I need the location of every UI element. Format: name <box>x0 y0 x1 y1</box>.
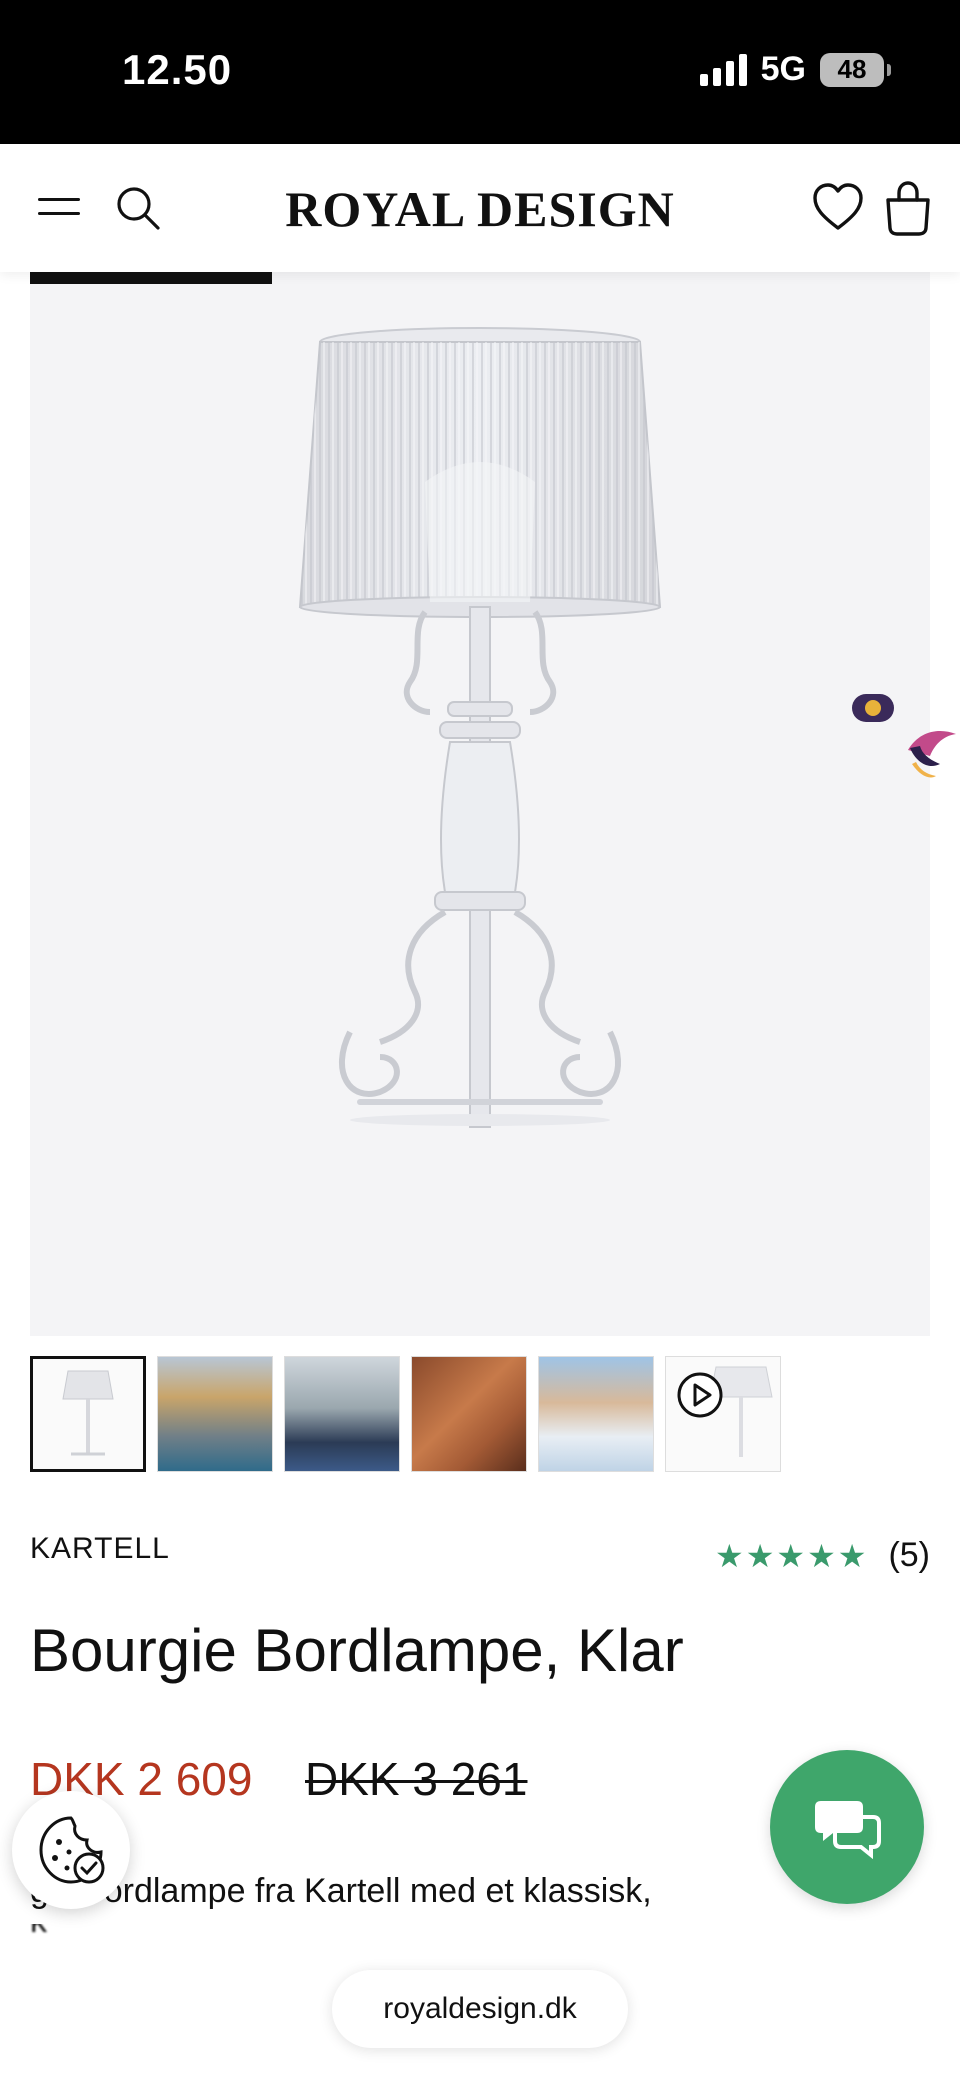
battery-icon: 48 <box>820 52 891 87</box>
cookie-icon <box>39 1816 105 1884</box>
rating-count: (5) <box>888 1536 930 1574</box>
bag-icon[interactable] <box>880 178 936 238</box>
product-image[interactable] <box>30 272 930 1336</box>
rating-stars: ★★★★★ <box>715 1537 869 1574</box>
browser-url-bar[interactable]: royaldesign.dk <box>332 1970 628 2048</box>
site-header: ROYAL DESIGN <box>0 144 960 272</box>
product-title: Bourgie Bordlampe, Klar <box>30 1617 684 1684</box>
battery-level: 48 <box>837 54 867 84</box>
network-label: 5G <box>760 50 806 88</box>
lamp-illustration <box>298 327 662 1128</box>
chat-button[interactable] <box>770 1750 924 1904</box>
chat-icon <box>815 1801 881 1859</box>
rewards-bird-icon[interactable] <box>850 690 960 790</box>
status-bar: 12.50 5G 48 <box>0 0 960 144</box>
heart-icon[interactable] <box>810 180 866 236</box>
thumbnail-lifestyle-snow[interactable] <box>538 1356 654 1472</box>
play-icon <box>677 1372 723 1418</box>
thumbnail-product[interactable] <box>30 1356 146 1472</box>
thumbnail-lifestyle-window[interactable] <box>284 1356 400 1472</box>
thumbnail-video[interactable] <box>665 1356 781 1472</box>
cookie-settings-button[interactable] <box>12 1791 130 1909</box>
status-time: 12.50 <box>122 46 233 93</box>
original-price: DKK 3 261 <box>305 1753 528 1805</box>
thumbnail-strip <box>30 1356 781 1472</box>
thumbnail-lifestyle-wall[interactable] <box>411 1356 527 1472</box>
status-indicators: 5G 48 <box>699 50 891 89</box>
product-description: gie bordlampe fra Kartell med et klassis… <box>30 1872 652 1910</box>
signal-icon <box>699 53 747 86</box>
product-rating[interactable]: ★★★★★ (5) <box>715 1536 930 1575</box>
brand-name[interactable]: KARTELL <box>30 1532 170 1566</box>
thumbnail-lifestyle-coast[interactable] <box>157 1356 273 1472</box>
